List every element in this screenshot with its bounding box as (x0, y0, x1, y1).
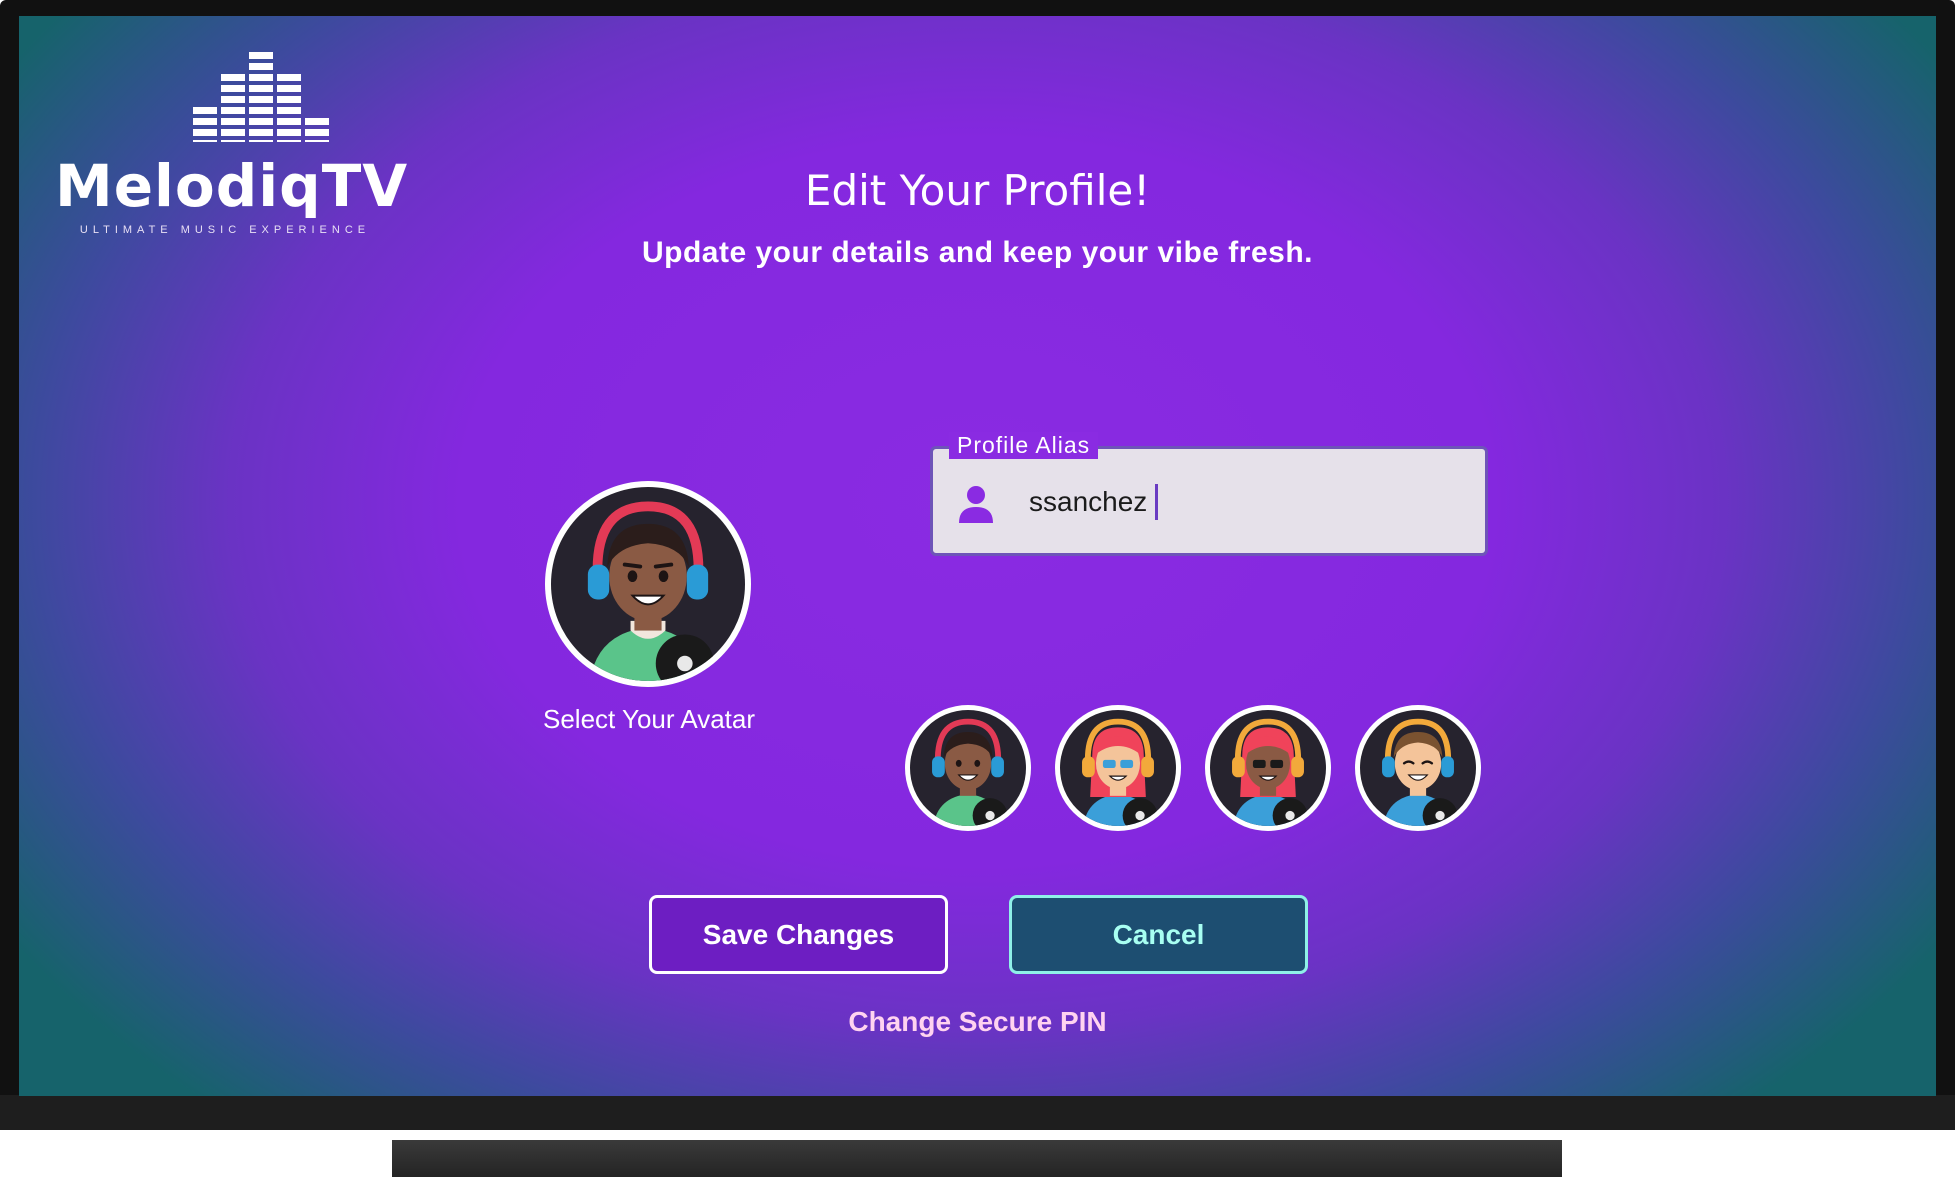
change-pin-link[interactable]: Change Secure PIN (19, 1006, 1936, 1038)
text-cursor (1155, 484, 1158, 520)
brand-tagline: ULTIMATE MUSIC EXPERIENCE (79, 224, 371, 236)
avatar-1-icon (910, 710, 1026, 826)
avatar-option-2[interactable] (1055, 705, 1181, 831)
profile-alias-label: Profile Alias (949, 432, 1099, 459)
profile-alias-input[interactable] (1029, 480, 1449, 524)
tv-bottom-bezel (0, 1095, 1955, 1130)
avatar-option-4[interactable] (1355, 705, 1481, 831)
page-subtitle: Update your details and keep your vibe f… (641, 236, 1313, 269)
equalizer-icon (192, 52, 332, 142)
person-icon (959, 486, 993, 523)
avatar-1-icon (551, 487, 745, 681)
avatar-4-icon (1360, 710, 1476, 826)
avatar-3-icon (1210, 710, 1326, 826)
avatar-option-1[interactable] (905, 705, 1031, 831)
page-title: Edit Your Profile! (804, 166, 1151, 215)
profile-alias-field[interactable]: Profile Alias (930, 432, 1488, 556)
tv-screen: MelodiqTV ULTIMATE MUSIC EXPERIENCE Edit… (19, 16, 1936, 1096)
avatar-option-3[interactable] (1205, 705, 1331, 831)
select-avatar-label: Select Your Avatar (542, 704, 755, 734)
cancel-button[interactable]: Cancel (1009, 895, 1308, 974)
selected-avatar[interactable] (545, 481, 751, 687)
save-changes-button[interactable]: Save Changes (649, 895, 948, 974)
avatar-2-icon (1060, 710, 1176, 826)
tv-stand (392, 1140, 1562, 1177)
